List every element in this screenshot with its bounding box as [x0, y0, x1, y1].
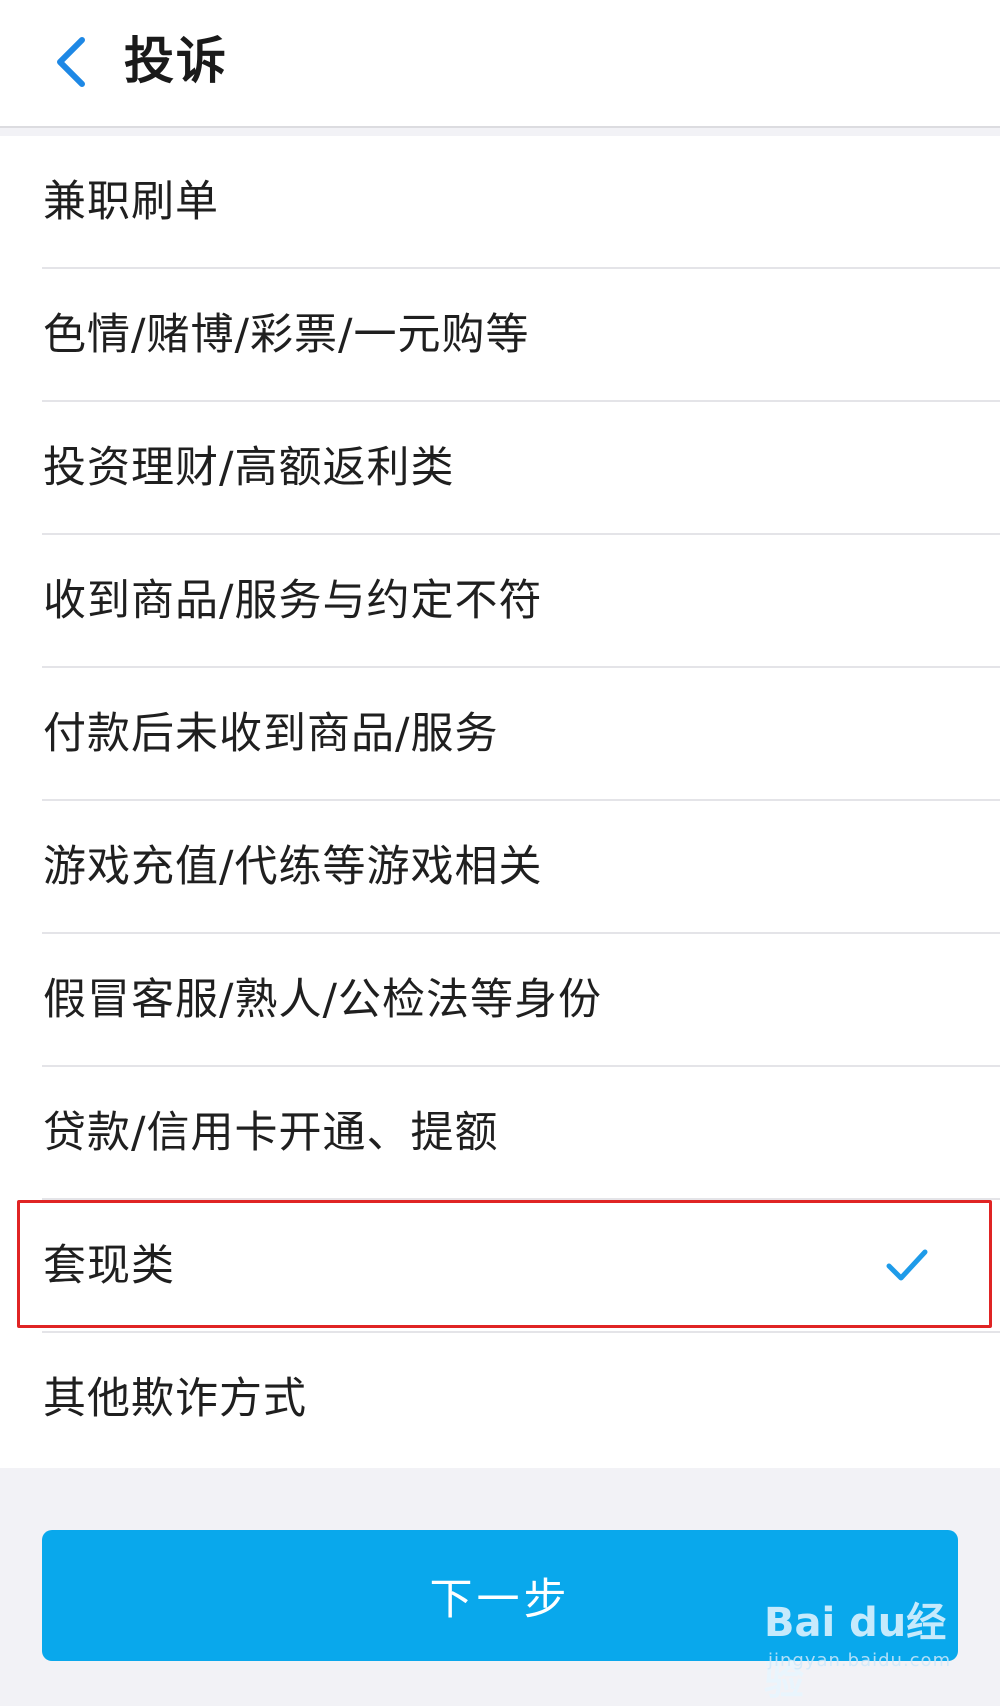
next-step-label: 下一步 [429, 1574, 571, 1625]
list-item[interactable]: 假冒客服/熟人/公检法等身份 [0, 934, 1000, 1067]
list-item-selected[interactable]: 套现类 [0, 1200, 1000, 1333]
check-icon [886, 1249, 928, 1281]
page-title: 投诉 [124, 32, 228, 90]
back-button[interactable] [30, 22, 110, 102]
list-item-label: 色情/赌博/彩票/一元购等 [43, 310, 530, 360]
next-step-button[interactable]: 下一步 [42, 1530, 958, 1661]
list-item-label: 兼职刷单 [43, 177, 219, 227]
list-item-label: 付款后未收到商品/服务 [43, 709, 499, 759]
list-item[interactable]: 贷款/信用卡开通、提额 [0, 1067, 1000, 1200]
chevron-left-icon [57, 37, 85, 87]
list-item-label: 假冒客服/熟人/公检法等身份 [43, 975, 602, 1025]
list-item-label: 贷款/信用卡开通、提额 [43, 1108, 499, 1158]
list-item[interactable]: 收到商品/服务与约定不符 [0, 535, 1000, 668]
list-item[interactable]: 兼职刷单 [0, 136, 1000, 269]
complaint-reason-list: 兼职刷单 色情/赌博/彩票/一元购等 投资理财/高额返利类 收到商品/服务与约定… [0, 136, 1000, 1468]
list-item-label: 其他欺诈方式 [43, 1374, 307, 1424]
list-item[interactable]: 投资理财/高额返利类 [0, 402, 1000, 535]
list-item[interactable]: 游戏充值/代练等游戏相关 [0, 801, 1000, 934]
list-item-label: 游戏充值/代练等游戏相关 [43, 842, 543, 892]
list-item[interactable]: 色情/赌博/彩票/一元购等 [0, 269, 1000, 402]
list-item-label: 收到商品/服务与约定不符 [43, 576, 543, 626]
list-item[interactable]: 其他欺诈方式 [0, 1333, 1000, 1466]
list-item-label: 投资理财/高额返利类 [43, 443, 455, 493]
header-bar: 投诉 [0, 0, 1000, 128]
list-item-label: 套现类 [43, 1241, 175, 1291]
list-item[interactable]: 付款后未收到商品/服务 [0, 668, 1000, 801]
